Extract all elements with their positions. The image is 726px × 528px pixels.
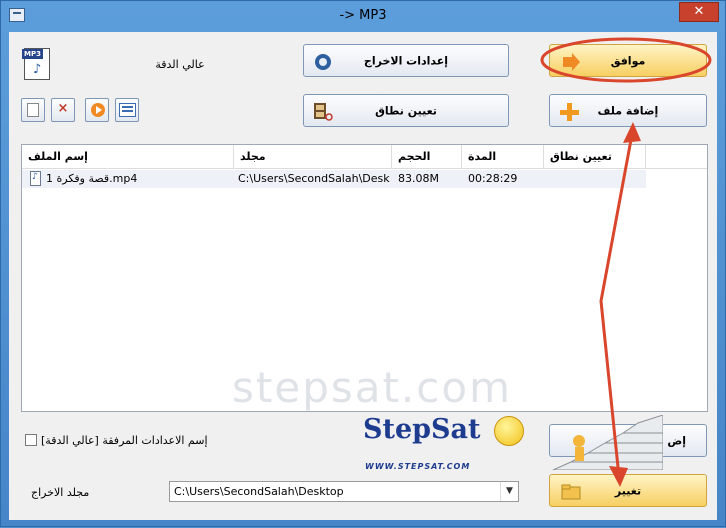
annotation-overlay [540, 37, 712, 487]
annotation-path [599, 128, 635, 478]
annotation-arrowhead-up [623, 122, 641, 143]
annotation-arrowhead-down [609, 466, 628, 487]
app-window: -> MP3 ✕ MP3 ♪ عالي الدقة إعدادات الاخرا… [0, 0, 726, 527]
annotation-ellipse [540, 37, 712, 83]
